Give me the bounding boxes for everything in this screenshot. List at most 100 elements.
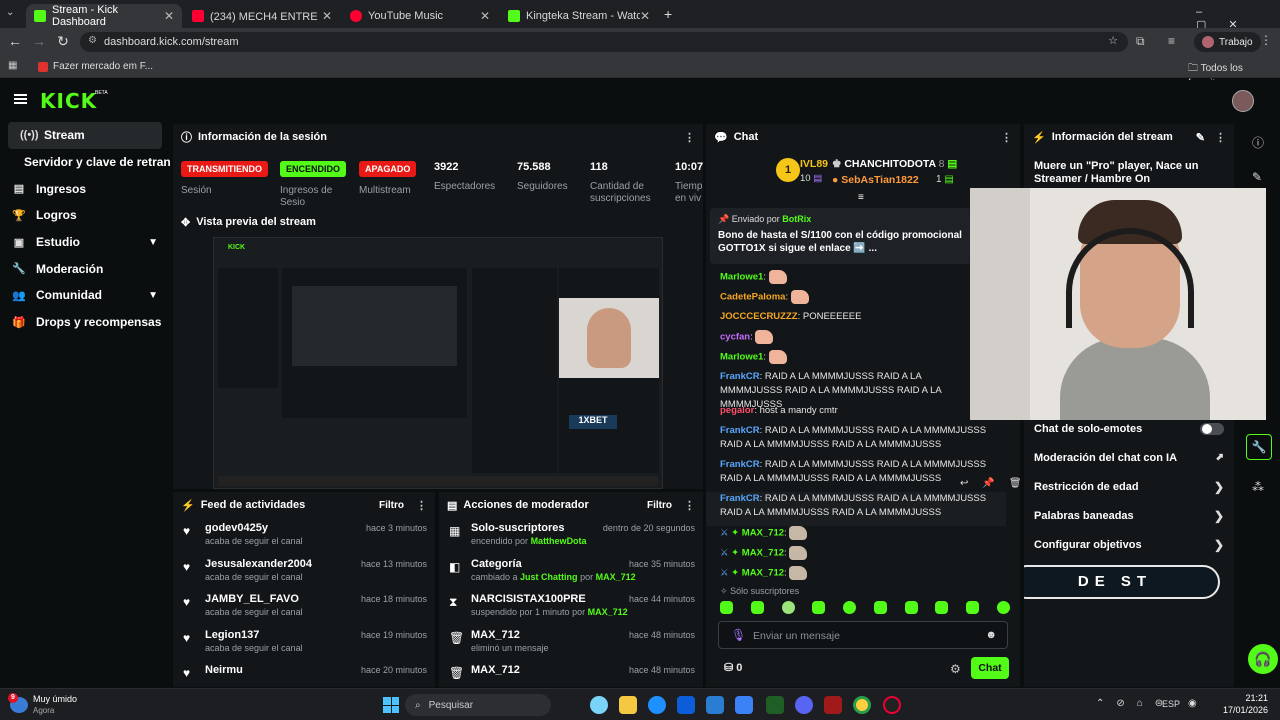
extensions-icon[interactable]: ⧉ [1136,34,1145,49]
close-icon[interactable]: ✕ [640,9,650,23]
emote-icon[interactable] [843,601,857,614]
leader-name[interactable]: SebAsTian1822 [841,174,918,186]
chat-user[interactable]: pegalor [720,405,754,416]
more-icon[interactable]: ⋮ [1215,131,1226,144]
tab-youtube[interactable]: (234) MECH4 ENTRE FEKAS 🔥 K ✕ [184,4,340,28]
mod-user[interactable]: MAX_712 [588,607,628,617]
support-headset-icon[interactable]: 🎧 [1248,644,1278,674]
chat-user[interactable]: JOCCCECRUZZZ [720,311,798,322]
forward-icon[interactable]: → [28,33,50,49]
hamburger-menu-icon[interactable] [14,94,27,104]
edit-pencil-icon[interactable]: ✎ [1196,131,1205,144]
tab-kick-dashboard[interactable]: Stream - Kick Dashboard ✕ [26,4,182,28]
sidebar-item-stream[interactable]: ((•)) Stream [8,122,162,149]
more-icon[interactable]: ⋮ [1001,131,1012,144]
setting-row[interactable]: Restricción de edad ❯ [1024,472,1234,501]
url-field[interactable]: ⚙ dashboard.kick.com/stream ☆ [80,32,1128,52]
profile-button[interactable]: Trabajo [1194,32,1261,52]
clock-date[interactable]: 17/01/2026 [1222,705,1268,715]
close-icon[interactable]: ✕ [164,9,174,23]
sidebar-item-moderacion[interactable]: 🔧 Moderación [0,255,170,282]
sidebar-item-estudio[interactable]: ▣ Estudio ▼ [0,229,170,256]
chat-user[interactable]: FrankCR [720,425,760,436]
info-circle-icon[interactable]: ⓘ [1252,134,1264,151]
leader-name[interactable]: IVL89 [800,158,828,170]
more-icon[interactable]: ⋮ [684,131,695,144]
mic-icon[interactable]: 🎙 [731,628,746,642]
edit-pencil-icon[interactable]: ✎ [1252,170,1262,184]
bookmark-item[interactable]: Fazer mercado em F... [38,61,153,72]
sidebar-item-ingresos[interactable]: ▤ Ingresos [0,175,170,202]
chat-input[interactable]: 🎙 Enviar un mensaje ☻ [718,621,1008,649]
chat-user[interactable]: MAX_712 [742,568,784,579]
chat-user[interactable]: MAX_712 [742,528,784,539]
mod-user[interactable]: MAX_712 [596,572,636,582]
sidebar-item-logros[interactable]: 🏆 Logros [0,202,170,229]
chat-user[interactable]: CadetePaloma [720,292,785,303]
file-explorer-icon[interactable] [619,696,637,714]
site-info-icon[interactable]: ⚙ [88,35,97,46]
emote-icon[interactable] [966,601,980,614]
points-display[interactable]: ⛁ 0 [724,661,742,674]
setting-row[interactable]: Moderación del chat con IA ⬈ [1024,443,1234,472]
close-icon[interactable]: ✕ [480,9,490,23]
trash-icon[interactable]: 🗑 [1009,478,1020,489]
obs-icon[interactable] [883,696,901,714]
language-indicator[interactable]: ESP [1162,699,1180,709]
emote-icon[interactable] [935,601,949,614]
avatar[interactable] [1232,90,1254,112]
sidebar-item-comunidad[interactable]: 👥 Comunidad ▼ [0,282,170,309]
menu-icon[interactable]: ⋮ [1260,33,1272,47]
filter-button[interactable]: Filtro [647,500,672,511]
tab-kingteka[interactable]: Kingteka Stream - Watch Live o ✕ [500,4,658,28]
mod-user[interactable]: MatthewDota [531,536,587,546]
apps-grid-icon[interactable]: ▦ [8,60,17,71]
nodes-icon[interactable]: ⁂ [1252,480,1264,494]
emote-icon[interactable] [750,601,764,614]
leader-name[interactable]: CHANCHITODOTA [844,158,935,170]
tab-youtube-music[interactable]: YouTube Music ✕ [342,4,498,28]
chat-user[interactable]: FrankCR [720,371,760,382]
stream-preview-video[interactable]: KICK 1XBET [213,237,663,489]
setting-row[interactable]: Palabras baneadas ❯ [1024,501,1234,530]
clock-time[interactable]: 21:21 [1222,693,1268,703]
windows-start-icon[interactable] [383,697,399,713]
sidebar-item-drops[interactable]: 🎁 Drops y recompensas [0,309,170,336]
emote-icon[interactable] [873,601,887,614]
sidebar-item-server-key[interactable]: Servidor y clave de retransmisión [0,149,170,176]
emote-icon[interactable] [996,601,1010,614]
send-chat-button[interactable]: Chat [971,657,1009,679]
tab-search-icon[interactable]: ⌄ [6,7,14,18]
close-icon[interactable]: ✕ [322,9,332,23]
kick-logo[interactable]: KICK [40,89,97,113]
store-icon[interactable] [677,696,695,714]
reply-icon[interactable]: ↩ [960,478,968,489]
discord-icon[interactable] [795,696,813,714]
reload-icon[interactable]: ↻ [52,33,74,50]
edge-icon[interactable] [648,696,666,714]
emoji-icon[interactable]: ☻ [985,629,997,641]
settings-gear-icon[interactable]: ⚙ [950,662,961,676]
chat-user[interactable]: FrankCR [720,459,760,470]
taskbar-search-input[interactable]: ⌕ Pesquisar [405,694,551,716]
emote-icon[interactable] [812,601,826,614]
wrench-icon[interactable]: 🔧 [1246,434,1272,460]
setting-row[interactable]: Configurar objetivos ❯ [1024,530,1234,559]
more-icon[interactable]: ⋮ [684,499,695,512]
outlook-icon[interactable] [706,696,724,714]
app-icon[interactable] [735,696,753,714]
chat-user[interactable]: cycfan [720,332,750,343]
network-icon[interactable]: ◉ [1188,698,1197,709]
chat-user[interactable]: MAX_712 [742,548,784,559]
emote-icon[interactable] [904,601,918,614]
pin-icon[interactable]: 📌 [982,478,994,489]
category-link[interactable]: Just Chatting [520,572,578,582]
chat-user[interactable]: Marlowe1 [720,352,763,363]
toggle-switch[interactable] [1200,422,1224,435]
pin-collapse-icon[interactable]: ≡ [858,192,864,203]
reading-list-icon[interactable]: ≡ [1168,34,1175,48]
pinned-user[interactable]: BotRix [782,214,811,224]
emote-icon[interactable] [720,601,733,614]
new-tab-icon[interactable]: + [664,6,672,22]
bookmark-star-icon[interactable]: ☆ [1108,34,1118,47]
